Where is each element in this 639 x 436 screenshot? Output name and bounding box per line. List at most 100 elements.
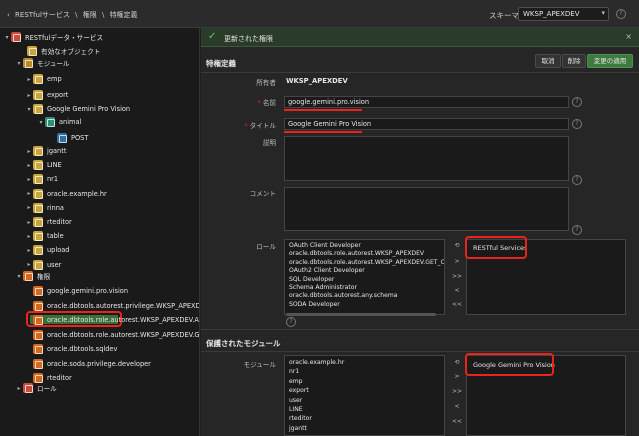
list-item[interactable]: LINE <box>289 406 303 413</box>
move-all-button[interactable]: >> <box>451 387 463 397</box>
tree-node-module[interactable]: ▸ rinna <box>25 202 64 214</box>
tree-node-module[interactable]: ▸ jgantt <box>25 145 66 157</box>
privilege-folder-icon <box>23 271 33 281</box>
privilege-icon <box>33 344 43 354</box>
expand-icon[interactable]: ▾ <box>15 273 23 280</box>
help-icon[interactable]: ? <box>572 119 582 129</box>
privilege-label: oracle.dbtools.autorest.privilege.WKSP_A… <box>47 301 200 310</box>
help-icon[interactable]: ? <box>572 175 582 185</box>
tree-node-enabled-objects[interactable]: 有効なオブジェクト <box>27 45 100 57</box>
help-icon[interactable]: ? <box>286 317 296 327</box>
move-button[interactable]: > <box>451 372 463 382</box>
tree-node-module[interactable]: ▸ user <box>25 259 61 271</box>
list-item[interactable]: oracle.dbtools.role.autorest.WKSP_APEXDE… <box>289 250 424 257</box>
breadcrumb-item-privileges[interactable]: 権限 <box>83 11 97 19</box>
list-item[interactable]: SODA Developer <box>289 301 340 308</box>
move-button[interactable]: > <box>451 257 463 267</box>
tree-node-module[interactable]: ▸ emp <box>25 73 62 85</box>
list-item[interactable]: user <box>289 397 302 404</box>
collapse-icon[interactable]: ▸ <box>25 233 33 240</box>
tree-node-modules[interactable]: ▾ モジュール <box>15 57 70 69</box>
description-textarea[interactable] <box>284 136 569 181</box>
tree-node-module[interactable]: ▸ nr1 <box>25 173 58 185</box>
list-item[interactable]: rteditor <box>289 415 312 422</box>
list-item[interactable]: jgantt <box>289 425 307 432</box>
list-item[interactable]: emp <box>289 378 303 385</box>
annotation-underline <box>284 131 362 133</box>
help-icon[interactable]: ? <box>572 97 582 107</box>
list-item[interactable]: OAuth Client Developer <box>289 242 361 249</box>
tree-node-module[interactable]: ▸ table <box>25 230 64 242</box>
roles-label: ロール <box>256 243 276 251</box>
title-input[interactable]: Google Gemini Pro Vision <box>284 118 569 130</box>
collapse-icon[interactable]: ▸ <box>25 204 33 211</box>
expand-icon[interactable]: ▾ <box>25 106 33 113</box>
modules-available-list[interactable]: oracle.example.hr nr1 emp export user LINE rte… <box>284 355 445 436</box>
comments-textarea[interactable] <box>284 187 569 231</box>
tree-node-privilege[interactable]: oracle.dbtools.sqldev <box>33 343 117 355</box>
collapse-icon[interactable]: ▸ <box>25 190 33 197</box>
tree-node-module[interactable]: ▸ export <box>25 89 68 101</box>
list-item[interactable]: oracle.dbtools.role.autorest.WKSP_APEXDE… <box>289 259 444 266</box>
module-icon <box>33 90 43 100</box>
tree-node-privilege[interactable]: oracle.soda.privilege.developer <box>33 358 151 370</box>
tree-node-roles[interactable]: ▸ ロール <box>15 382 57 394</box>
scrollbar[interactable] <box>286 313 436 316</box>
remove-all-button[interactable]: << <box>451 417 463 427</box>
tree-node-module[interactable]: ▸ LINE <box>25 159 62 171</box>
tree-node-privilege[interactable]: oracle.dbtools.role.autorest.WKSP_APEXDE… <box>33 314 199 326</box>
tree-node-module-gemini[interactable]: ▾ Google Gemini Pro Vision <box>25 103 130 115</box>
list-item[interactable]: export <box>289 387 309 394</box>
collapse-icon[interactable]: ▸ <box>25 261 33 268</box>
collapse-icon[interactable]: ▸ <box>25 219 33 226</box>
collapse-icon[interactable]: ▸ <box>25 247 33 254</box>
tree-node-privileges[interactable]: ▾ 権限 <box>15 270 50 282</box>
tree-node-privilege[interactable]: oracle.dbtools.autorest.privilege.WKSP_A… <box>33 300 200 312</box>
tree-node-module[interactable]: ▸ rteditor <box>25 216 72 228</box>
privilege-label: oracle.dbtools.sqldev <box>47 345 118 353</box>
collapse-icon[interactable]: ▸ <box>15 385 23 392</box>
modules-label: モジュール <box>243 361 276 369</box>
tree-node-handler[interactable]: POST <box>57 132 88 144</box>
expand-icon[interactable]: ▾ <box>37 119 45 126</box>
help-icon[interactable]: ? <box>572 225 582 235</box>
list-item[interactable]: oracle.dbtools.autorest.any.schema <box>289 292 398 299</box>
collapse-icon[interactable]: ▸ <box>25 162 33 169</box>
collapse-icon[interactable]: ▸ <box>25 92 33 99</box>
tree-node-privilege[interactable]: oracle.dbtools.role.autorest.WKSP_APEXDE… <box>33 329 200 341</box>
schema-select[interactable]: WKSP_APEXDEV ▾ <box>518 7 609 21</box>
apply-changes-button[interactable]: 変更の適用 <box>587 54 633 68</box>
tree-node-root[interactable]: ▾ RESTfulデータ・サービス <box>3 31 103 43</box>
breadcrumb-item-restful[interactable]: RESTfulサービス <box>15 11 70 19</box>
cancel-button[interactable]: 取消 <box>535 54 561 68</box>
help-icon[interactable]: ? <box>616 9 626 19</box>
reset-icon[interactable]: ⟲ <box>451 358 463 368</box>
move-all-button[interactable]: >> <box>451 272 463 282</box>
tree-node-module[interactable]: ▸ upload <box>25 244 69 256</box>
list-item[interactable]: oracle.example.hr <box>289 359 344 366</box>
remove-button[interactable]: < <box>451 286 463 296</box>
tree-node-privilege[interactable]: google.gemini.pro.vision <box>33 285 128 297</box>
roles-available-list[interactable]: OAuth Client Developer oracle.dbtools.rol… <box>284 239 445 315</box>
module-icon <box>33 160 43 171</box>
tree-node-template[interactable]: ▾ animal <box>37 116 81 128</box>
remove-button[interactable]: < <box>451 402 463 412</box>
reset-icon[interactable]: ⟲ <box>451 241 463 251</box>
module-label: user <box>47 260 62 269</box>
main-panel: ✓ 更新された権限 × 特権定義 取消 削除 変更の適用 所有者 WKSP_AP… <box>201 28 639 436</box>
close-icon[interactable]: × <box>625 32 632 41</box>
tree-node-module[interactable]: ▸ oracle.example.hr <box>25 188 107 200</box>
name-input[interactable]: google.gemini.pro.vision <box>284 96 569 108</box>
collapse-icon[interactable]: ▸ <box>25 76 33 83</box>
remove-all-button[interactable]: << <box>451 300 463 310</box>
privilege-label: oracle.dbtools.role.autorest.WKSP_APEXDE… <box>47 330 200 339</box>
list-item[interactable]: Schema Administrator <box>289 284 357 291</box>
list-item[interactable]: OAuth2 Client Developer <box>289 267 365 274</box>
collapse-icon[interactable]: ▸ <box>25 148 33 155</box>
expand-icon[interactable]: ▾ <box>15 60 23 67</box>
list-item[interactable]: SQL Developer <box>289 276 334 283</box>
list-item[interactable]: nr1 <box>289 368 299 375</box>
collapse-icon[interactable]: ▸ <box>25 176 33 183</box>
delete-button[interactable]: 削除 <box>562 54 586 68</box>
expand-icon[interactable]: ▾ <box>3 34 11 41</box>
